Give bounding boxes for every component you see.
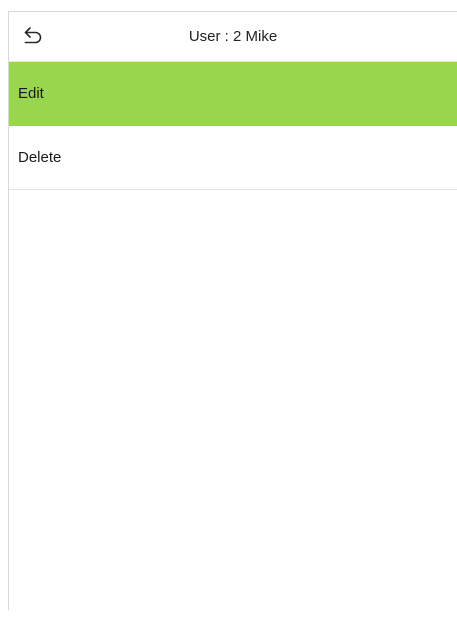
header-bar: User : 2 Mike	[9, 12, 457, 62]
user-options-menu: Edit Delete	[9, 62, 457, 190]
menu-item-edit[interactable]: Edit	[9, 62, 457, 126]
user-options-screen: User : 2 Mike Edit Delete	[8, 11, 457, 610]
menu-item-delete[interactable]: Delete	[9, 126, 457, 190]
back-arrow-icon	[24, 27, 42, 44]
back-button[interactable]	[21, 24, 45, 48]
page-title: User : 2 Mike	[188, 28, 278, 45]
